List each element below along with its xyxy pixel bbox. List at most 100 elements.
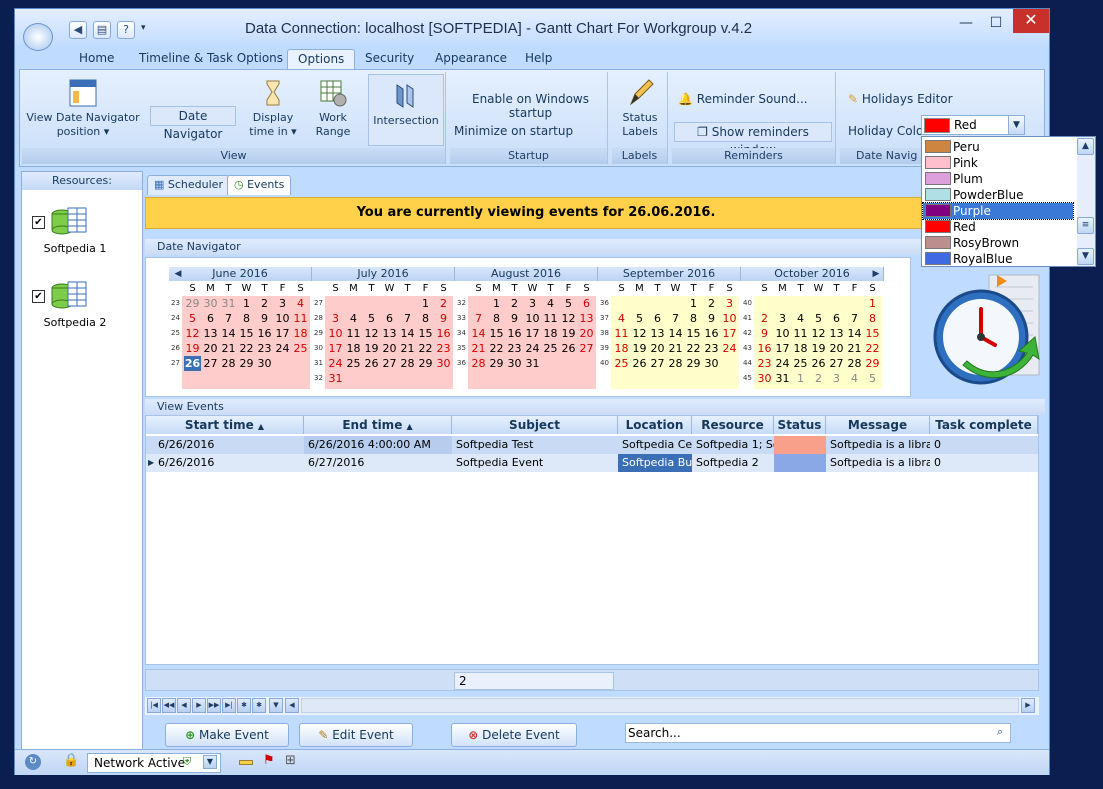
calendar-day[interactable]: 5 [864, 371, 881, 386]
calendar-day[interactable]: 23 [435, 341, 452, 356]
calendar-day[interactable]: 13 [828, 326, 845, 341]
calendar-day[interactable]: 6 [578, 296, 595, 311]
calendar-day[interactable]: 30 [435, 356, 452, 371]
calendar-day[interactable]: 10 [327, 326, 344, 341]
calendar-day[interactable]: 28 [220, 356, 237, 371]
calendar-day[interactable]: 9 [506, 311, 523, 326]
calendar-day[interactable]: 20 [578, 326, 595, 341]
work-range-button[interactable]: Work Range [310, 78, 356, 139]
calendar-day[interactable]: 19 [560, 326, 577, 341]
prev-record-icon[interactable]: ◀ [177, 698, 191, 713]
calendar-day[interactable]: 11 [345, 326, 362, 341]
calendar-day[interactable]: 26 [810, 356, 827, 371]
reminder-sound-button[interactable]: 🔔 Reminder Sound... [678, 92, 808, 106]
calendar-day[interactable]: 13 [381, 326, 398, 341]
calendar-day[interactable]: 17 [327, 341, 344, 356]
calendar-day[interactable]: 1 [864, 296, 881, 311]
calendar-day[interactable]: 3 [274, 296, 291, 311]
calendar-day[interactable]: 20 [202, 341, 219, 356]
calendar-day[interactable]: 26 [631, 356, 648, 371]
calendar-day[interactable]: 23 [756, 356, 773, 371]
resource-item[interactable]: ✔ Softpedia 1 [32, 206, 132, 256]
color-option[interactable]: Plum [923, 171, 1073, 187]
calendar-day[interactable]: 2 [756, 311, 773, 326]
calendar-day[interactable]: 2 [506, 296, 523, 311]
calendar-day[interactable]: 3 [828, 371, 845, 386]
calendar-day[interactable]: 28 [470, 356, 487, 371]
calendar-day[interactable]: 3 [774, 311, 791, 326]
calendar-day[interactable]: 29 [685, 356, 702, 371]
calendar-day[interactable]: 17 [274, 326, 291, 341]
calendar-day[interactable]: 29 [488, 356, 505, 371]
calendar-day[interactable]: 4 [292, 296, 309, 311]
calendar-day[interactable]: 20 [828, 341, 845, 356]
add-record-icon[interactable]: ✱ [237, 698, 251, 713]
resource-checkbox[interactable]: ✔ [32, 216, 45, 229]
calendar-day[interactable]: 15 [417, 326, 434, 341]
scroll-left-icon[interactable]: ◀ [285, 698, 299, 713]
calendar-day[interactable]: 30 [506, 356, 523, 371]
calendar-day[interactable]: 21 [470, 341, 487, 356]
calendar-day[interactable]: 30 [256, 356, 273, 371]
dropdown-scrollbar[interactable]: ▲ ≡ ▼ [1077, 137, 1095, 266]
tab-help[interactable]: Help [515, 49, 562, 69]
calendar-day[interactable]: 6 [381, 311, 398, 326]
calendar-day[interactable]: 10 [721, 311, 738, 326]
calendar-day[interactable]: 8 [488, 311, 505, 326]
calendar-day[interactable]: 7 [846, 311, 863, 326]
calendar-day[interactable]: 2 [703, 296, 720, 311]
calendar-day[interactable]: 26 [363, 356, 380, 371]
month-title[interactable]: June 2016 [169, 267, 312, 281]
calendar-day[interactable]: 16 [756, 341, 773, 356]
calendar-day[interactable]: 15 [685, 326, 702, 341]
tab-options[interactable]: Options [287, 49, 356, 69]
edit-event-button[interactable]: ✎ Edit Event [299, 723, 413, 747]
status-labels-button[interactable]: Status Labels [616, 78, 664, 139]
scroll-down-icon[interactable]: ▼ [1077, 248, 1094, 265]
color-option[interactable]: Pink [923, 155, 1073, 171]
table-row[interactable]: 6/26/2016 6/26/2016 4:00:00 AM Softpedia… [146, 436, 1038, 454]
calendar-day[interactable]: 16 [506, 326, 523, 341]
tab-timeline[interactable]: Timeline & Task Options [129, 49, 293, 69]
close-button[interactable]: ✕ [1013, 9, 1049, 33]
tab-security[interactable]: Security [355, 49, 424, 69]
calendar-day[interactable]: 28 [846, 356, 863, 371]
make-event-button[interactable]: ⊕ Make Event [165, 723, 289, 747]
help-icon[interactable]: ? [117, 21, 135, 39]
calendar-day[interactable]: 8 [238, 311, 255, 326]
calendar-day[interactable]: 5 [810, 311, 827, 326]
color-option[interactable]: Peru [923, 139, 1073, 155]
calendar-day[interactable]: 7 [667, 311, 684, 326]
print-icon[interactable]: ▤ [93, 21, 111, 39]
calendar-day[interactable]: 1 [685, 296, 702, 311]
calendar-day[interactable]: 29 [864, 356, 881, 371]
calendar-day[interactable]: 25 [542, 341, 559, 356]
calendar-day[interactable]: 27 [828, 356, 845, 371]
calendar-day[interactable]: 21 [846, 341, 863, 356]
calendar-day[interactable]: 31 [774, 371, 791, 386]
calendar-day[interactable]: 19 [184, 341, 201, 356]
calendar-day[interactable]: 1 [417, 296, 434, 311]
back-icon[interactable]: ◀ [69, 21, 87, 39]
chevron-down-icon[interactable]: ▼ [203, 755, 217, 769]
calendar-day[interactable]: 27 [649, 356, 666, 371]
calendar-day[interactable]: 12 [184, 326, 201, 341]
calendar-day[interactable]: 7 [470, 311, 487, 326]
calendar-day[interactable]: 16 [435, 326, 452, 341]
search-input[interactable]: Search... [625, 723, 1011, 743]
color-option[interactable]: RoyalBlue [923, 251, 1073, 267]
color-option[interactable]: RosyBrown [923, 235, 1073, 251]
scroll-right-icon[interactable]: ▶ [1021, 698, 1035, 713]
calendar-day[interactable]: 1 [488, 296, 505, 311]
prev-month-icon[interactable]: ◀ [173, 268, 183, 280]
scroll-up-icon[interactable]: ▲ [1077, 138, 1094, 155]
calendar-day[interactable]: 15 [864, 326, 881, 341]
calendar-day[interactable]: 9 [435, 311, 452, 326]
prev-page-icon[interactable]: ◀◀ [162, 698, 176, 713]
calendar-day[interactable]: 22 [488, 341, 505, 356]
col-start-time[interactable]: Start time ▲ [146, 416, 304, 434]
view-date-navigator-button[interactable]: View Date Navigator position ▾ [26, 78, 140, 139]
delete-record-icon[interactable]: ✱ [252, 698, 266, 713]
calendar-day[interactable]: 22 [417, 341, 434, 356]
calendar-day[interactable]: 22 [685, 341, 702, 356]
